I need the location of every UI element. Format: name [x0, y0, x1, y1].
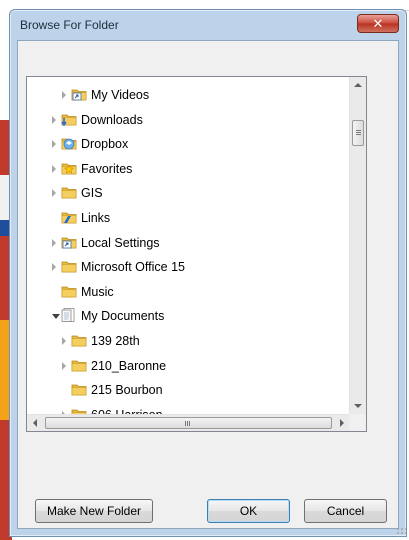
tree-rows: My Videos Downloads Dropbox Favorites GI…: [27, 77, 350, 422]
window-title: Browse For Folder: [20, 18, 119, 32]
folder-icon: [61, 259, 77, 273]
horizontal-scroll-thumb[interactable]: [45, 417, 332, 429]
tree-item-label: Local Settings: [81, 235, 160, 250]
folder-icon: [61, 284, 77, 298]
tree-item[interactable]: Downloads: [27, 108, 350, 132]
tree-item[interactable]: Microsoft Office 15: [27, 255, 350, 279]
collapsed-arrow-icon[interactable]: [52, 140, 56, 149]
tree-item-label: GIS: [81, 186, 103, 201]
videos-folder-icon: [71, 87, 87, 101]
scroll-up-icon[interactable]: [354, 83, 362, 87]
tree-item[interactable]: 139 28th: [27, 329, 350, 353]
horizontal-scrollbar[interactable]: [27, 414, 350, 431]
tree-item[interactable]: Dropbox: [27, 132, 350, 156]
shortcut-folder-icon: [61, 235, 77, 249]
close-button[interactable]: ✕: [357, 14, 399, 33]
tree-item[interactable]: 215 Bourbon: [27, 378, 350, 402]
dropbox-folder-icon: [61, 136, 77, 150]
folder-icon: [71, 358, 87, 372]
documents-library-icon: [61, 308, 77, 323]
tree-item[interactable]: 210_Baronne: [27, 354, 350, 378]
tree-item[interactable]: Music: [27, 280, 350, 304]
tree-item-label: My Videos: [91, 88, 150, 102]
collapsed-arrow-icon[interactable]: [52, 189, 56, 198]
collapsed-arrow-icon[interactable]: [62, 91, 66, 99]
vertical-scrollbar[interactable]: [349, 77, 366, 414]
downloads-folder-icon: [61, 112, 77, 127]
cancel-button[interactable]: Cancel: [304, 499, 387, 523]
vertical-scroll-thumb[interactable]: [352, 120, 364, 146]
collapsed-arrow-icon[interactable]: [52, 238, 56, 247]
tree-item[interactable]: Favorites: [27, 157, 350, 181]
make-new-folder-button[interactable]: Make New Folder: [35, 499, 153, 523]
ok-button[interactable]: OK: [207, 499, 290, 523]
title-bar[interactable]: Browse For Folder ✕: [10, 10, 406, 40]
collapsed-arrow-icon[interactable]: [52, 263, 56, 272]
tree-item-label: Microsoft Office 15: [81, 260, 185, 275]
tree-item[interactable]: Local Settings: [27, 231, 350, 255]
scroll-left-icon[interactable]: [33, 419, 37, 427]
tree-item-label: Links: [81, 211, 111, 225]
tree-item[interactable]: My Videos: [27, 83, 350, 107]
scrollbar-corner: [349, 414, 366, 431]
tree-item-label: 210_Baronne: [91, 358, 167, 373]
expanded-arrow-icon[interactable]: [52, 314, 60, 320]
collapsed-arrow-icon[interactable]: [52, 115, 56, 124]
tree-item[interactable]: GIS: [27, 181, 350, 205]
tree-item[interactable]: Links: [27, 206, 350, 230]
tree-item-label: Music: [81, 284, 114, 299]
tree-item-label: 215 Bourbon: [91, 383, 163, 398]
collapsed-arrow-icon[interactable]: [62, 337, 66, 345]
collapsed-arrow-icon[interactable]: [52, 164, 56, 173]
collapsed-arrow-icon[interactable]: [62, 361, 66, 370]
scroll-right-icon[interactable]: [340, 419, 344, 427]
folder-icon: [71, 382, 87, 396]
scroll-down-icon[interactable]: [354, 404, 362, 408]
grip-icon: [185, 421, 186, 426]
tree-item-label: My Documents: [81, 309, 165, 324]
favorites-folder-icon: [61, 161, 77, 175]
resize-grip-icon[interactable]: [396, 527, 406, 537]
folder-icon: [71, 333, 87, 347]
tree-item-label: Downloads: [81, 112, 143, 127]
grip-icon: [356, 130, 361, 131]
tree-item-label: Dropbox: [81, 137, 129, 152]
tree-item-label: Favorites: [81, 161, 133, 176]
close-icon: ✕: [372, 16, 384, 31]
links-folder-icon: [61, 210, 77, 224]
tree-item[interactable]: My Documents: [27, 304, 350, 328]
tree-item-label: 139 28th: [91, 334, 140, 348]
folder-icon: [61, 185, 77, 199]
folder-tree-view[interactable]: My Videos Downloads Dropbox Favorites GI…: [26, 76, 367, 432]
